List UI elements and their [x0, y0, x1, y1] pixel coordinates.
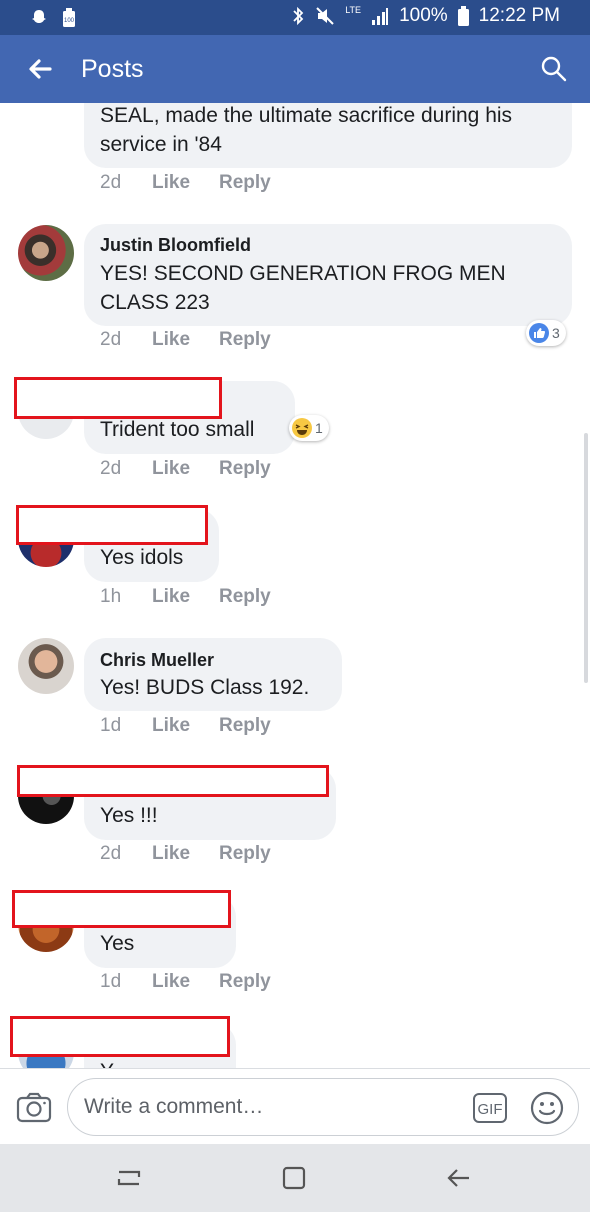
network-type: LTE — [345, 5, 362, 15]
comment-text-line: CLASS 223 — [100, 291, 210, 314]
app-header: Posts — [0, 35, 590, 103]
like-button[interactable]: Like — [152, 458, 219, 480]
author-name[interactable]: Chris Mueller — [100, 649, 326, 671]
like-button[interactable]: Like — [152, 329, 219, 351]
comment-text-line: service in '84 — [100, 133, 222, 156]
arrow-left-icon[interactable] — [26, 55, 54, 83]
reaction-badge[interactable]: 1 — [289, 415, 329, 441]
like-button[interactable]: Like — [152, 715, 219, 737]
comment-feed[interactable]: SEAL, made the ultimate sacrifice during… — [0, 103, 590, 1068]
author-name[interactable]: Justin Bloomfield — [100, 234, 556, 256]
comment-bubble: Justin Bloomfield YES! SECOND GENERATION… — [84, 224, 572, 326]
comment-text-line: Yes! BUDS Class 192. — [100, 676, 310, 699]
comment-time: 1d — [100, 715, 122, 736]
recent-apps-icon[interactable] — [115, 1164, 143, 1192]
redaction-box — [12, 890, 231, 928]
svg-text:100: 100 — [64, 18, 75, 24]
comment-text-line: Yes — [100, 932, 135, 955]
snapchat-icon — [32, 10, 46, 23]
reaction-badge[interactable]: 3 — [526, 320, 566, 346]
comment-text-line: YES! SECOND GENERATION FROG MEN — [100, 262, 506, 285]
search-icon[interactable] — [540, 55, 568, 83]
comment-composer: GIF — [0, 1068, 590, 1144]
system-navigation-bar — [0, 1144, 590, 1212]
comment-time: 2d — [100, 329, 122, 350]
redaction-box — [14, 377, 222, 419]
like-button[interactable]: Like — [152, 971, 219, 993]
redaction-box — [16, 505, 208, 545]
page-title: Posts — [81, 55, 144, 83]
camera-icon[interactable] — [16, 1091, 52, 1123]
back-icon[interactable] — [445, 1164, 473, 1192]
home-icon[interactable] — [280, 1164, 308, 1192]
reply-button[interactable]: Reply — [219, 715, 271, 737]
comment-meta: 2d Like Reply — [100, 329, 271, 351]
reaction-count: 3 — [552, 325, 560, 341]
comment-meta: 1h Like Reply — [100, 586, 271, 608]
status-bar: 100 LTE 100% 12:22 PM — [0, 0, 590, 35]
smiley-icon[interactable] — [530, 1091, 564, 1125]
redaction-box — [10, 1016, 230, 1057]
like-button[interactable]: Like — [152, 586, 219, 608]
comment-bubble: SEAL, made the ultimate sacrifice during… — [84, 103, 572, 168]
signal-icon — [372, 8, 389, 25]
avatar[interactable] — [18, 225, 74, 281]
bluetooth-icon — [293, 6, 304, 26]
reply-button[interactable]: Reply — [219, 843, 271, 865]
comment-input[interactable] — [84, 1092, 454, 1122]
comment-text-line: Yes !!! — [100, 804, 158, 827]
comment-text-line: Yes idols — [100, 546, 184, 569]
avatar[interactable] — [18, 638, 74, 694]
comment-input-container: GIF — [67, 1078, 579, 1136]
gif-label: GIF — [478, 1101, 503, 1118]
like-reaction-icon — [529, 323, 549, 343]
comment-meta: 1d Like Reply — [100, 971, 271, 993]
comment-time: 1d — [100, 971, 122, 992]
comment-meta: 2d Like Reply — [100, 843, 271, 865]
comment-text-line: SEAL, made the ultimate sacrifice during… — [100, 104, 513, 127]
battery-icon — [457, 6, 469, 26]
comment-time: 2d — [100, 172, 122, 193]
haha-reaction-icon — [292, 418, 312, 438]
comment-meta: 2d Like Reply — [100, 458, 271, 480]
clock: 12:22 PM — [478, 5, 560, 26]
like-button[interactable]: Like — [152, 843, 219, 865]
reply-button[interactable]: Reply — [219, 586, 271, 608]
reply-button[interactable]: Reply — [219, 329, 271, 351]
comment-meta: 2d Like Reply — [100, 172, 271, 194]
comment-bubble: Chris Mueller Yes! BUDS Class 192. — [84, 638, 342, 711]
like-button[interactable]: Like — [152, 172, 219, 194]
comment-time: 2d — [100, 458, 122, 479]
comment-time: 2d — [100, 843, 122, 864]
reply-button[interactable]: Reply — [219, 971, 271, 993]
scrollbar[interactable] — [584, 433, 588, 683]
comment-time: 1h — [100, 586, 122, 607]
comment-text-line: Y — [100, 1057, 220, 1068]
reply-button[interactable]: Reply — [219, 172, 271, 194]
comment-meta: 1d Like Reply — [100, 715, 271, 737]
comment-text-line: Trident too small — [100, 418, 255, 441]
reply-button[interactable]: Reply — [219, 458, 271, 480]
redaction-box — [17, 765, 329, 797]
mute-icon — [316, 7, 334, 25]
gif-button[interactable]: GIF — [472, 1092, 508, 1124]
reaction-count: 1 — [315, 420, 323, 436]
battery-percent: 100% — [399, 5, 448, 26]
battery-saver-icon: 100 — [63, 8, 75, 27]
